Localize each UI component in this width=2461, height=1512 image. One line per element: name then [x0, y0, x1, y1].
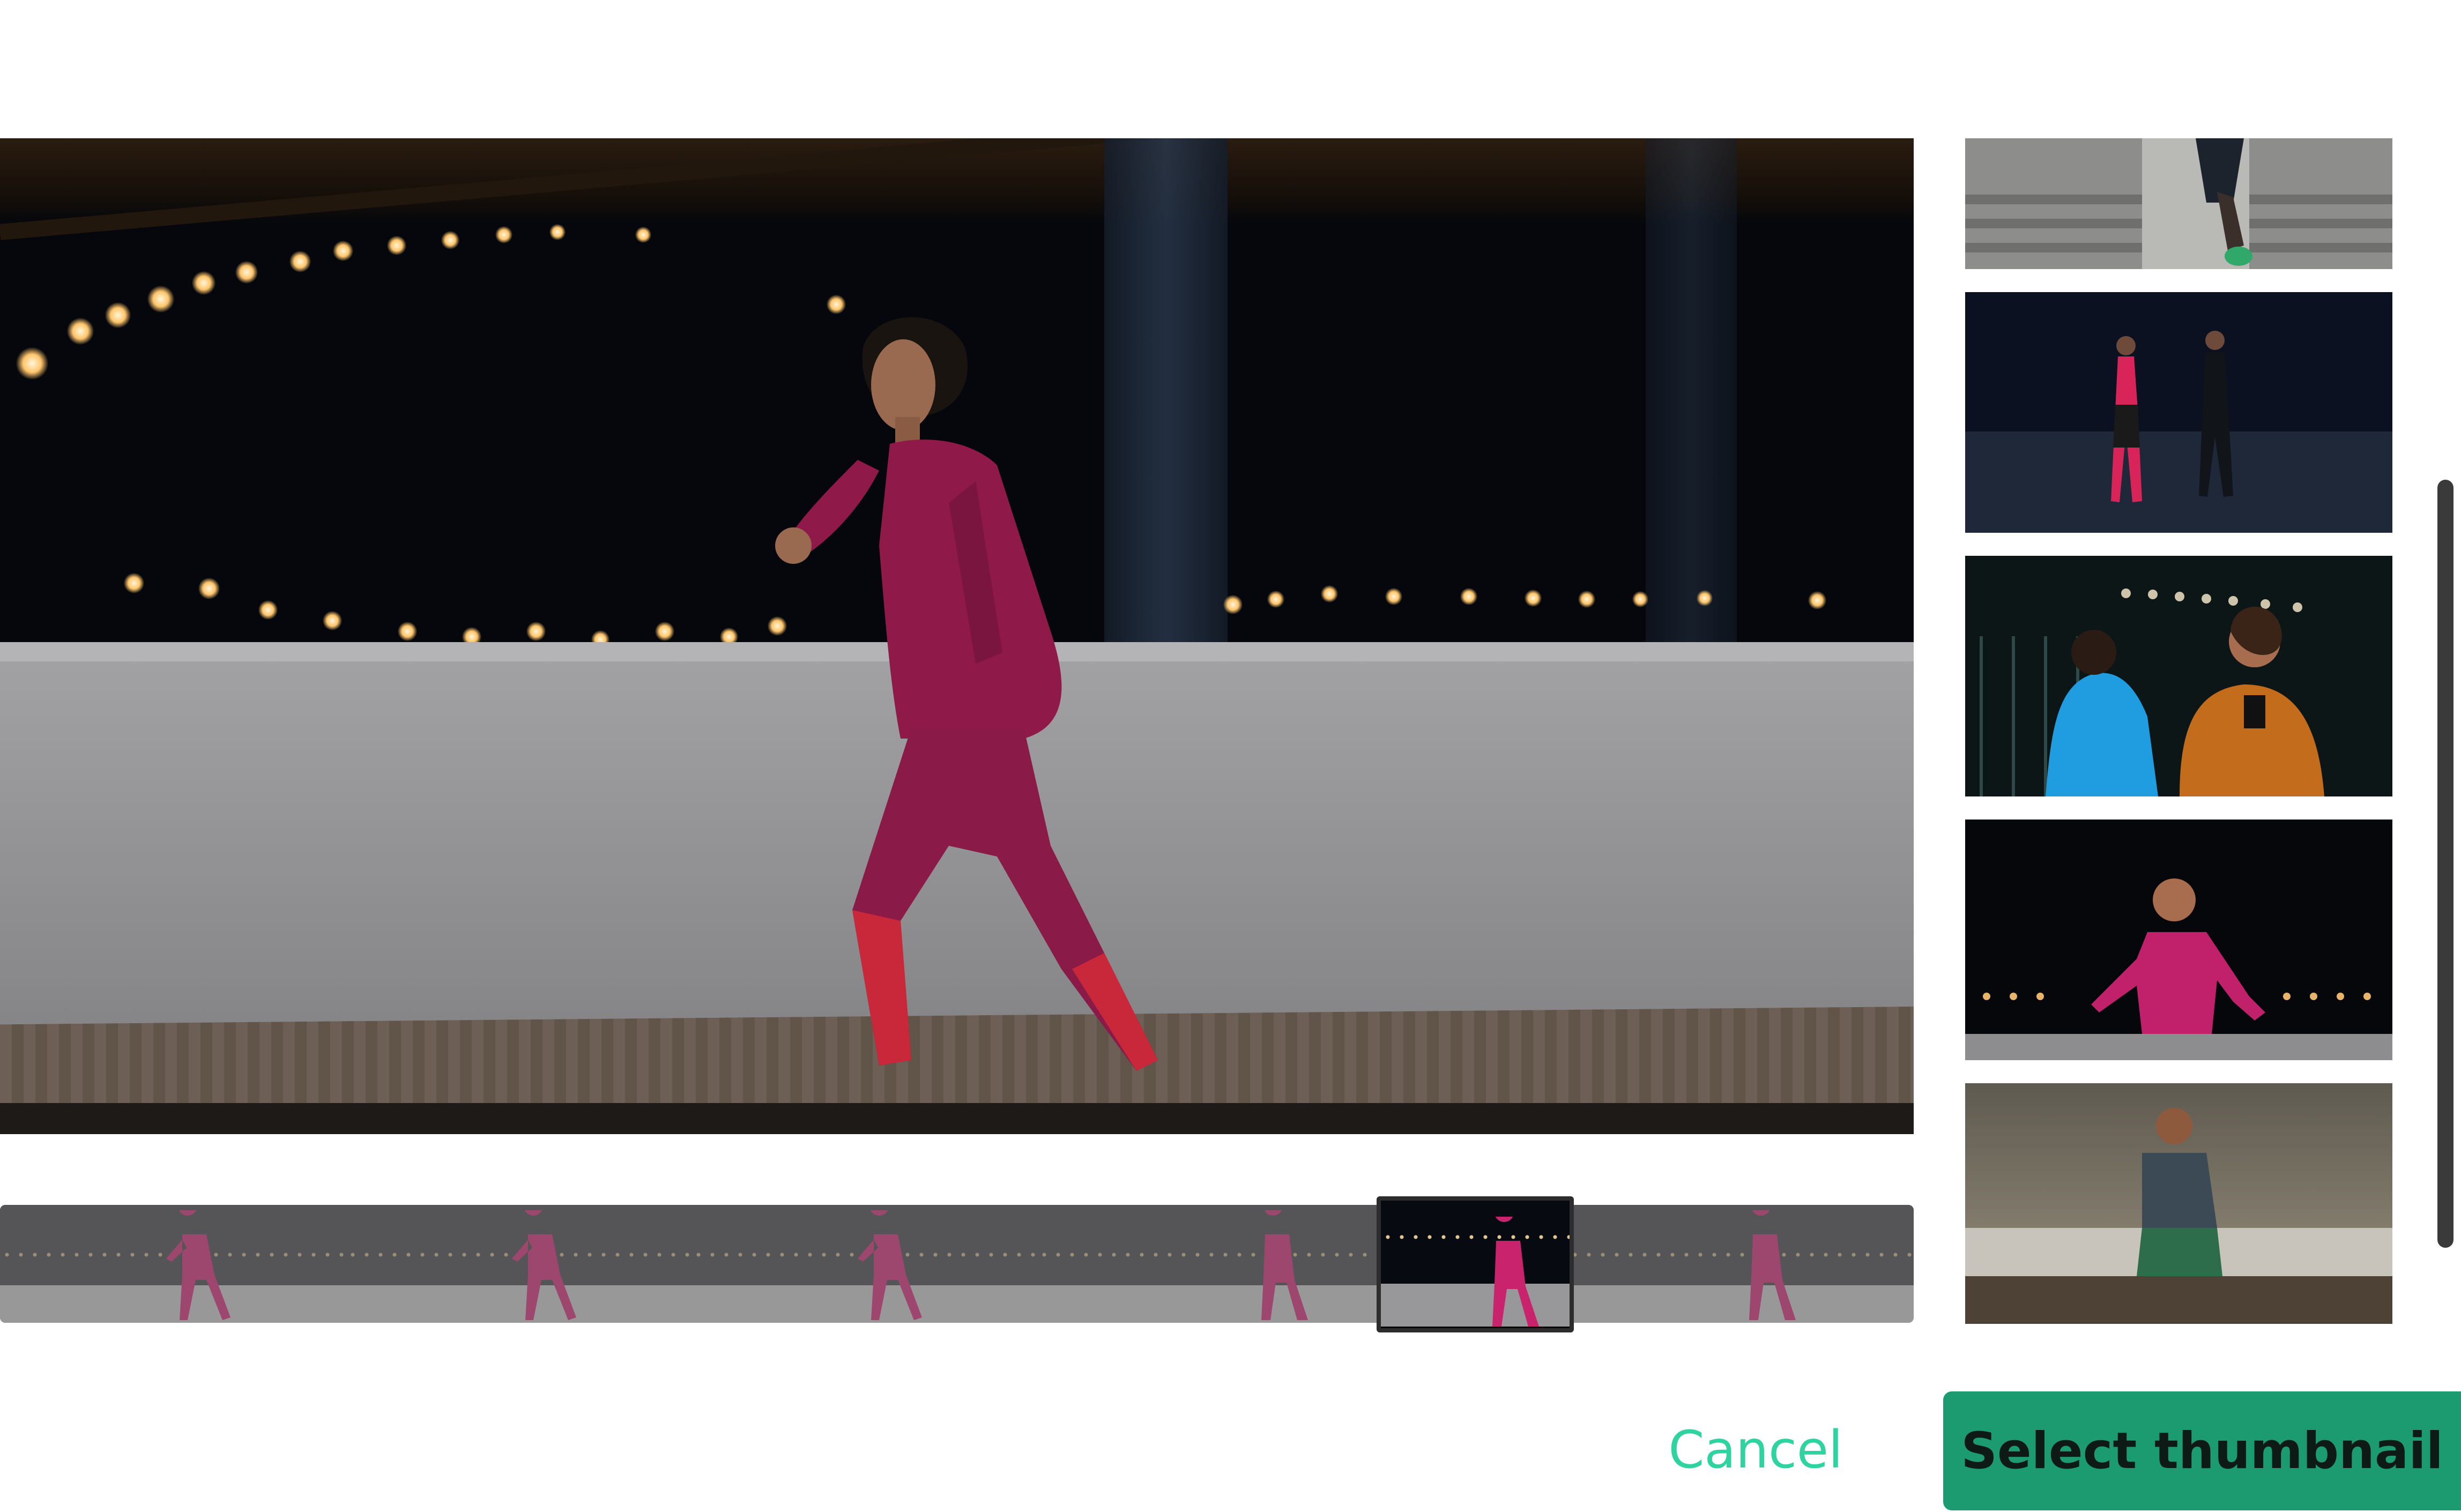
- select-thumbnail-button[interactable]: Select thumbnail: [1943, 1391, 2461, 1510]
- bokeh-light: [258, 600, 278, 620]
- thumbnail-option[interactable]: [1965, 820, 2392, 1060]
- bokeh-light: [635, 227, 651, 243]
- bokeh-light: [387, 236, 406, 255]
- thumbnail-option[interactable]: [1965, 556, 2392, 796]
- bokeh-light: [1385, 588, 1402, 605]
- bokeh-light: [1321, 585, 1338, 602]
- bokeh-light: [147, 286, 174, 312]
- scrollbar-thumb[interactable]: [2437, 480, 2453, 1248]
- runner-figure: [775, 317, 1158, 1071]
- bokeh-light: [549, 224, 566, 240]
- bokeh-light: [289, 251, 311, 272]
- bokeh-light: [124, 573, 144, 593]
- bokeh-light: [323, 611, 342, 630]
- bokeh-light: [192, 271, 215, 295]
- bokeh-light: [398, 622, 417, 641]
- bokeh-light: [441, 231, 459, 249]
- bokeh-light: [1578, 591, 1595, 608]
- filmstrip-frame[interactable]: [1037, 1205, 1384, 1323]
- filmstrip[interactable]: [0, 1205, 1914, 1323]
- bokeh-light: [67, 318, 94, 345]
- filmstrip-frame[interactable]: [346, 1205, 692, 1323]
- bokeh-light: [333, 241, 353, 261]
- bridge-pillar: [1646, 138, 1737, 642]
- bokeh-light: [495, 226, 512, 243]
- cancel-button[interactable]: Cancel: [1646, 1394, 1865, 1506]
- bokeh-light: [1525, 590, 1542, 607]
- bokeh-light: [198, 578, 220, 599]
- bokeh-light: [526, 622, 546, 641]
- bokeh-light: [655, 622, 674, 641]
- thumbnail-option[interactable]: [1965, 138, 2392, 269]
- filmstrip-frame[interactable]: [1568, 1205, 1914, 1323]
- bokeh-light: [16, 347, 48, 379]
- bokeh-light: [1808, 591, 1826, 609]
- bokeh-light: [235, 261, 258, 284]
- filmstrip-frame[interactable]: [692, 1205, 1038, 1323]
- bokeh-light: [1460, 588, 1477, 605]
- thumbnail-option[interactable]: [1965, 292, 2392, 533]
- thumbnail-option[interactable]: [1965, 1083, 2392, 1324]
- filmstrip-frame[interactable]: [0, 1205, 346, 1323]
- video-preview: [0, 138, 1914, 1134]
- bokeh-light: [1632, 591, 1648, 607]
- bokeh-light: [1697, 590, 1713, 606]
- filmstrip-selected-frame[interactable]: [1377, 1196, 1574, 1332]
- bokeh-light: [105, 302, 131, 328]
